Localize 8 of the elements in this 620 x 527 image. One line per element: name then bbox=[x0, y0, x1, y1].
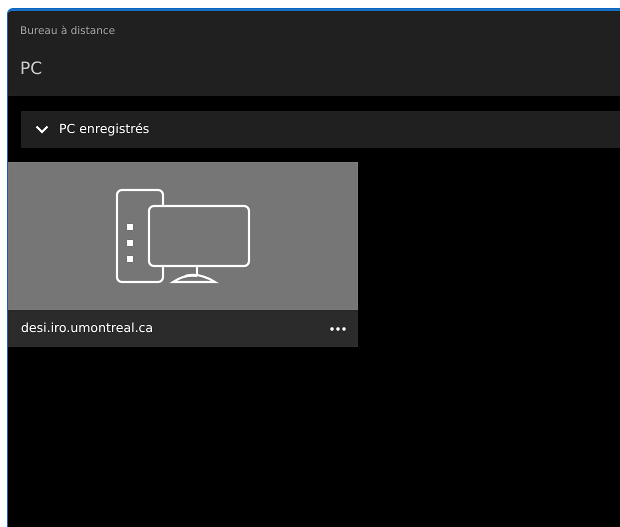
window-title: Bureau à distance bbox=[20, 24, 116, 39]
pc-name: desi.iro.umontreal.ca bbox=[21, 319, 154, 338]
section-label: PC enregistrés bbox=[59, 120, 150, 138]
page-heading: PC bbox=[20, 58, 42, 81]
pc-tile[interactable] bbox=[8, 162, 358, 310]
more-icon[interactable] bbox=[330, 326, 346, 330]
computer-icon bbox=[115, 188, 251, 284]
section-header[interactable]: PC enregistrés bbox=[21, 111, 620, 148]
